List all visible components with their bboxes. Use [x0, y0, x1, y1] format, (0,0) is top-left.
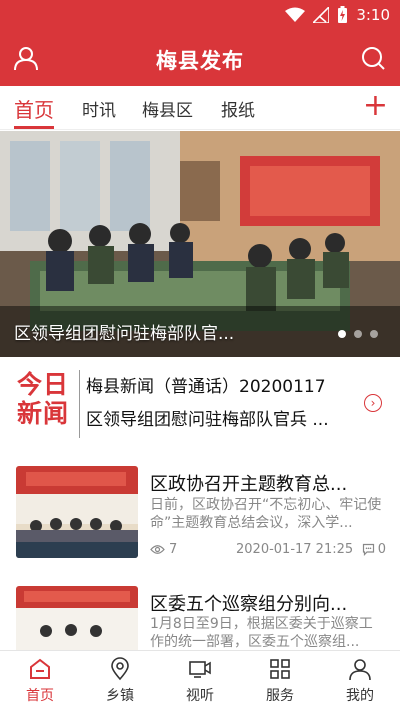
news-list-item[interactable]: 区政协召开主题教育总... 日前，区政协召开“不忘初心、牢记使命”主题教育总结会… [0, 460, 400, 570]
nav-towns-label: 乡镇 [106, 688, 134, 704]
today-divider [79, 370, 80, 438]
search-icon [362, 47, 385, 70]
carousel-dot[interactable] [354, 330, 362, 338]
status-bar: 3:10 [0, 0, 400, 32]
wifi-icon [285, 7, 306, 22]
tab-home[interactable]: 首页 [14, 94, 54, 123]
signal-off-icon [313, 7, 330, 23]
news-list-item[interactable]: 区委五个巡察组分别向... 1月8日至9日，根据区委关于巡察工作的统一部署，区委… [0, 580, 400, 678]
news-title: 区政协召开主题教育总... [150, 474, 348, 495]
today-news-logo: 今日 新闻 [17, 370, 69, 428]
chevron-right-icon[interactable]: › [364, 394, 382, 412]
comments-count: 0 [362, 542, 386, 557]
app-bar: 梅县发布 [0, 32, 400, 86]
tab-news[interactable]: 时讯 [82, 96, 116, 121]
video-icon [189, 661, 211, 678]
nav-home-label: 首页 [26, 688, 54, 704]
channel-tabs: 首页 时讯 梅县区 报纸 + [0, 86, 400, 130]
status-icons: 3:10 [285, 6, 390, 24]
news-summary: 日前，区政协召开“不忘初心、牢记使命”主题教育总结会议，深入学... [150, 497, 382, 531]
banner-caption: 区领导组团慰问驻梅部队官... [14, 324, 235, 344]
home-icon [30, 658, 50, 679]
today-logo-line2: 新闻 [17, 399, 70, 428]
today-subheadline: 区领导组团慰问驻梅部队官兵 ... [86, 410, 329, 430]
comments-value: 0 [377, 542, 386, 557]
location-pin-icon [111, 657, 129, 681]
nav-services[interactable]: 服务 [240, 657, 320, 705]
comment-icon [362, 543, 374, 556]
bottom-navigation: 首页 乡镇 视听 服务 我的 [0, 650, 400, 711]
nav-me-label: 我的 [346, 688, 374, 704]
nav-video[interactable]: 视听 [160, 657, 240, 705]
today-logo-line1: 今日 [17, 370, 70, 399]
carousel-dot[interactable] [338, 330, 346, 338]
news-meta: 7 2020-01-17 21:25 0 [150, 542, 386, 560]
nav-services-label: 服务 [266, 688, 294, 704]
today-headline: 梅县新闻（普通话）20200117 [86, 377, 326, 397]
nav-me[interactable]: 我的 [320, 657, 400, 705]
app-title: 梅县发布 [156, 49, 244, 73]
publish-date: 2020-01-17 21:25 [236, 542, 354, 557]
carousel-dots [338, 330, 378, 338]
tab-newspaper[interactable]: 报纸 [221, 96, 255, 121]
battery-charging-icon [338, 6, 348, 23]
status-time: 3:10 [356, 6, 390, 24]
carousel-dot[interactable] [370, 330, 378, 338]
views-value: 7 [169, 542, 178, 557]
grid-icon [270, 659, 290, 679]
nav-home[interactable]: 首页 [0, 657, 80, 705]
news-thumbnail [16, 466, 138, 558]
add-channel-button[interactable]: + [363, 90, 388, 122]
today-news-card[interactable]: 今日 新闻 梅县新闻（普通话）20200117 区领导组团慰问驻梅部队官兵 ..… [0, 366, 400, 442]
tab-active-indicator [14, 126, 54, 129]
news-title: 区委五个巡察组分别向... [150, 594, 348, 615]
tab-meixian[interactable]: 梅县区 [142, 96, 193, 121]
views-count: 7 [150, 542, 177, 557]
nav-video-label: 视听 [186, 688, 214, 704]
news-summary: 1月8日至9日，根据区委关于巡察工作的统一部署，区委五个巡察组... [150, 616, 373, 650]
search-button[interactable] [360, 45, 386, 75]
nav-towns[interactable]: 乡镇 [80, 657, 160, 705]
user-icon [349, 659, 371, 681]
eye-icon [150, 545, 165, 554]
